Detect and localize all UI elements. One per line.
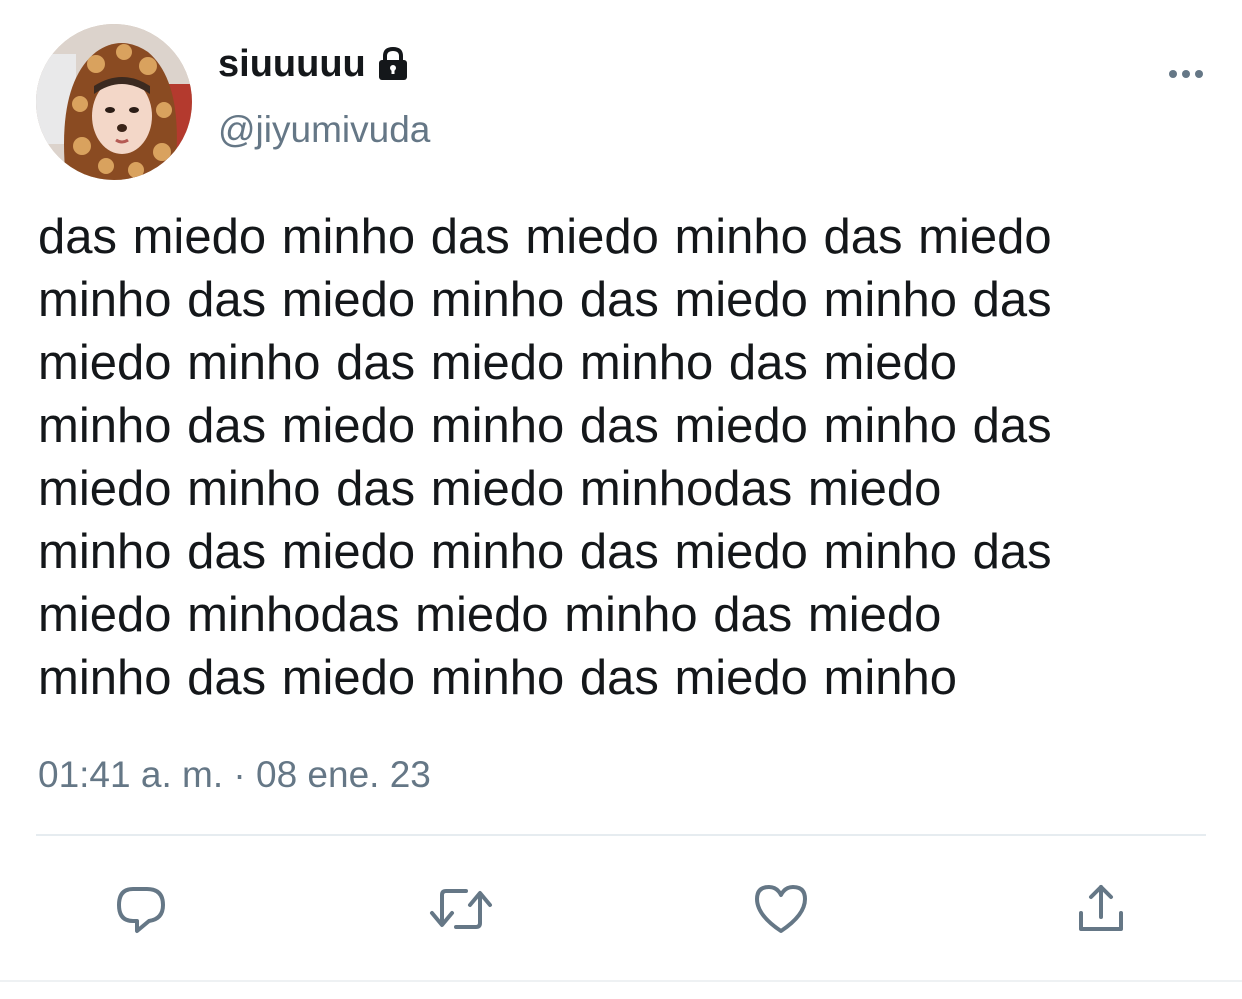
- avatar[interactable]: [36, 24, 192, 180]
- like-button[interactable]: [748, 876, 814, 942]
- tweet-text-line: miedo minho das miedo minho das miedo: [38, 336, 957, 390]
- display-name[interactable]: siuuuuu: [218, 40, 366, 88]
- user-handle[interactable]: @jiyumivuda: [218, 108, 430, 152]
- divider: [36, 834, 1206, 836]
- tweet-text-line: minho das miedo minho das miedo minho da…: [38, 525, 1052, 579]
- tweet-text-line: minho das miedo minho das miedo minho: [38, 651, 957, 705]
- action-bar: [0, 870, 1242, 950]
- share-button[interactable]: [1068, 876, 1134, 942]
- display-name-row: siuuuuu: [218, 40, 430, 88]
- tweet-header: siuuuuu @jiyumivuda: [36, 22, 1206, 182]
- heart-icon: [755, 885, 807, 933]
- tweet-detail: siuuuuu @jiyumivuda das miedo minho das …: [0, 0, 1242, 999]
- retweet-button[interactable]: [428, 876, 494, 942]
- bottom-divider: [0, 980, 1242, 982]
- tweet-text: das miedo minho das miedo minho das mied…: [38, 206, 1198, 710]
- lock-icon: [374, 45, 412, 83]
- tweet-text-line: miedo minhodas miedo minho das miedo: [38, 588, 942, 642]
- tweet-text-line: miedo minho das miedo minhodas miedo: [38, 462, 942, 516]
- tweet-text-line: das miedo minho das miedo minho das mied…: [38, 210, 1052, 264]
- share-icon: [1079, 885, 1123, 931]
- tweet-timestamp[interactable]: 01:41 a. m. · 08 ene. 23: [38, 752, 431, 798]
- profile-photo: [36, 24, 192, 180]
- reply-icon: [117, 887, 165, 933]
- reply-button[interactable]: [108, 876, 174, 942]
- retweet-icon: [430, 889, 492, 929]
- more-options-icon[interactable]: [1166, 62, 1206, 86]
- tweet-text-line: minho das miedo minho das miedo minho da…: [38, 273, 1052, 327]
- user-info: siuuuuu @jiyumivuda: [218, 40, 430, 152]
- tweet-text-line: minho das miedo minho das miedo minho da…: [38, 399, 1052, 453]
